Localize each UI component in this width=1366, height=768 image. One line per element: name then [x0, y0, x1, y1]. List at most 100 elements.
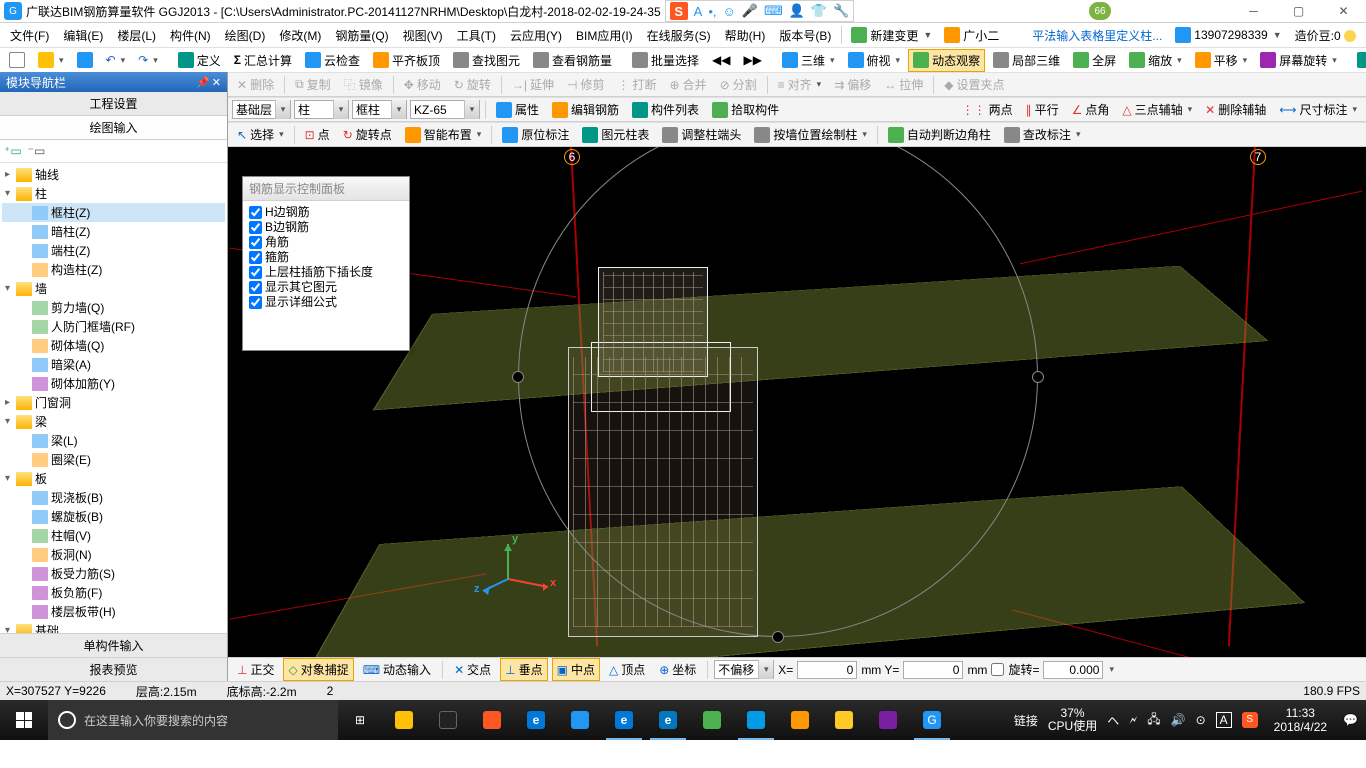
tb-app5[interactable]: [558, 700, 602, 740]
cloudcheck-button[interactable]: 云检查: [300, 49, 365, 72]
orbit-handle-left[interactable]: [512, 371, 524, 383]
collapse-icon[interactable]: ⁻▭: [28, 144, 46, 158]
editrebar-button[interactable]: 编辑钢筋: [547, 98, 624, 121]
tree-wall[interactable]: ▾墙: [2, 279, 225, 298]
autocorner-button[interactable]: 自动判断边角柱: [883, 123, 996, 146]
tree-jlq[interactable]: 剪力墙(Q): [2, 298, 225, 317]
taskbar-search[interactable]: 在这里输入你要搜索的内容: [48, 700, 338, 740]
tray-net-icon[interactable]: 🖧: [1147, 710, 1160, 731]
menu-help[interactable]: 帮助(H): [719, 25, 772, 46]
tray-power-icon[interactable]: 🗲: [1129, 713, 1137, 728]
setgrip-button[interactable]: ◆设置夹点: [939, 73, 1009, 96]
tray-sogou-icon[interactable]: S: [1242, 712, 1258, 728]
prev-button[interactable]: ◀◀: [707, 50, 735, 70]
tree-lxb[interactable]: 螺旋板(B): [2, 507, 225, 526]
y-input[interactable]: [903, 661, 963, 679]
instance-select[interactable]: KZ-65▾: [410, 100, 480, 119]
ime-mic-icon[interactable]: 🎤: [742, 3, 758, 19]
tb-app4[interactable]: e: [514, 700, 558, 740]
split-button[interactable]: ⊘分割: [715, 73, 762, 96]
screenrot-button[interactable]: 屏幕旋转▾: [1255, 49, 1342, 72]
menu-edit[interactable]: 编辑(E): [57, 25, 109, 46]
rebar-panel[interactable]: 钢筋显示控制面板 H边钢筋 B边钢筋 角筋 箍筋 上层柱插筋下插长度 显示其它图…: [242, 176, 410, 351]
ime-user-icon[interactable]: 👤: [789, 3, 805, 19]
tb-app10[interactable]: [778, 700, 822, 740]
undo-button[interactable]: ↶▾: [101, 50, 131, 70]
define-button[interactable]: 定义: [173, 49, 226, 72]
account-button[interactable]: 13907298339▼: [1170, 24, 1286, 46]
tb-app13[interactable]: G: [910, 700, 954, 740]
tree-qtjj[interactable]: 砌体加筋(Y): [2, 374, 225, 393]
tree-al[interactable]: 暗梁(A): [2, 355, 225, 374]
taskview-icon[interactable]: ⊞: [338, 700, 382, 740]
select-button[interactable]: ↖选择▾: [232, 123, 289, 146]
save-button[interactable]: [72, 49, 98, 71]
tb-app6[interactable]: e: [602, 700, 646, 740]
tray-tip-icon[interactable]: ⊙: [1196, 713, 1206, 727]
twopoint-button[interactable]: ⋮⋮两点: [957, 98, 1018, 121]
mid-snap[interactable]: ▣中点: [552, 658, 600, 681]
ime-toolbar[interactable]: S A •, ☺ 🎤 ⌨ 👤 👕 🔧: [665, 0, 855, 22]
next-button[interactable]: ▶▶: [739, 50, 767, 70]
tb-app7[interactable]: e: [646, 700, 690, 740]
dim-button[interactable]: ⟷尺寸标注▾: [1274, 98, 1362, 121]
find-button[interactable]: 查找图元: [448, 49, 525, 72]
delaxis-button[interactable]: ✕删除辅轴: [1200, 98, 1271, 121]
tree[interactable]: ▸轴线 ▾柱 框柱(Z) 暗柱(Z) 端柱(Z) 构造柱(Z) ▾墙 剪力墙(Q…: [0, 163, 227, 633]
nav-tab-settings[interactable]: 工程设置: [0, 92, 227, 116]
rp-item-6[interactable]: 显示详细公式: [249, 295, 403, 310]
cpu-meter[interactable]: 37%CPU使用: [1048, 707, 1097, 733]
orbit-button[interactable]: 动态观察: [908, 49, 985, 72]
int-snap[interactable]: ✕交点: [449, 658, 496, 681]
tree-kz[interactable]: 框柱(Z): [2, 203, 225, 222]
tree-az[interactable]: 暗柱(Z): [2, 222, 225, 241]
stretch-button[interactable]: ↔拉伸: [879, 73, 928, 96]
rotate-check[interactable]: [991, 663, 1004, 676]
menu-version[interactable]: 版本号(B): [773, 25, 837, 46]
ime-shirt-icon[interactable]: 👕: [811, 3, 827, 19]
tree-xjb[interactable]: 现浇板(B): [2, 488, 225, 507]
topview-button[interactable]: 俯视▾: [843, 49, 906, 72]
open-button[interactable]: ▾: [33, 49, 69, 71]
tray-a-icon[interactable]: A: [1216, 712, 1232, 728]
ime-tool-icon[interactable]: 🔧: [833, 3, 849, 19]
tripoint-button[interactable]: △三点辅轴▾: [1117, 98, 1197, 121]
rp-item-2[interactable]: 角筋: [249, 235, 403, 250]
merge-button[interactable]: ⊕合并: [664, 73, 711, 96]
ime-a-icon[interactable]: A: [694, 4, 703, 19]
nav-close-icon[interactable]: ✕: [212, 76, 221, 89]
menu-cloud[interactable]: 云应用(Y): [504, 25, 568, 46]
angle-button[interactable]: ∠点角: [1067, 98, 1115, 121]
rp-item-1[interactable]: B边钢筋: [249, 220, 403, 235]
tree-bd[interactable]: 板洞(N): [2, 545, 225, 564]
tree-bfj[interactable]: 板负筋(F): [2, 583, 225, 602]
x-input[interactable]: [797, 661, 857, 679]
tree-opening[interactable]: ▸门窗洞: [2, 393, 225, 412]
tb-app12[interactable]: [866, 700, 910, 740]
tree-gzz[interactable]: 构造柱(Z): [2, 260, 225, 279]
align-button[interactable]: ≡对齐▾: [773, 73, 827, 96]
fullscreen-button[interactable]: 全屏: [1068, 49, 1121, 72]
ime-punct-icon[interactable]: •,: [708, 4, 716, 19]
coord-snap[interactable]: ⊕坐标: [654, 658, 701, 681]
menu-comp[interactable]: 构件(N): [164, 25, 217, 46]
menu-view[interactable]: 视图(V): [397, 25, 449, 46]
tb-app2[interactable]: [426, 700, 470, 740]
offset-mode[interactable]: 不偏移▾: [714, 660, 774, 679]
rotate-button[interactable]: ↻旋转: [449, 73, 496, 96]
ime-kbd-icon[interactable]: ⌨: [764, 3, 783, 19]
ime-sogou-icon[interactable]: S: [670, 2, 688, 20]
coltable-button[interactable]: 图元柱表: [577, 123, 654, 146]
tree-beam[interactable]: ▾梁: [2, 412, 225, 431]
close-button[interactable]: ✕: [1321, 0, 1366, 23]
floor-select[interactable]: 基础层▾: [232, 100, 291, 119]
nav-tab-single[interactable]: 单构件输入: [0, 633, 227, 657]
new-button[interactable]: [4, 49, 30, 71]
perp-snap[interactable]: ⊥垂点: [500, 658, 547, 681]
osnap-toggle[interactable]: ◇对象捕捉: [283, 658, 353, 681]
tree-zm[interactable]: 柱帽(V): [2, 526, 225, 545]
menu-draw[interactable]: 绘图(D): [219, 25, 272, 46]
tray-vol-icon[interactable]: 🔊: [1171, 713, 1186, 727]
menu-bim[interactable]: BIM应用(I): [570, 25, 639, 46]
type-select[interactable]: 框柱▾: [352, 100, 407, 119]
